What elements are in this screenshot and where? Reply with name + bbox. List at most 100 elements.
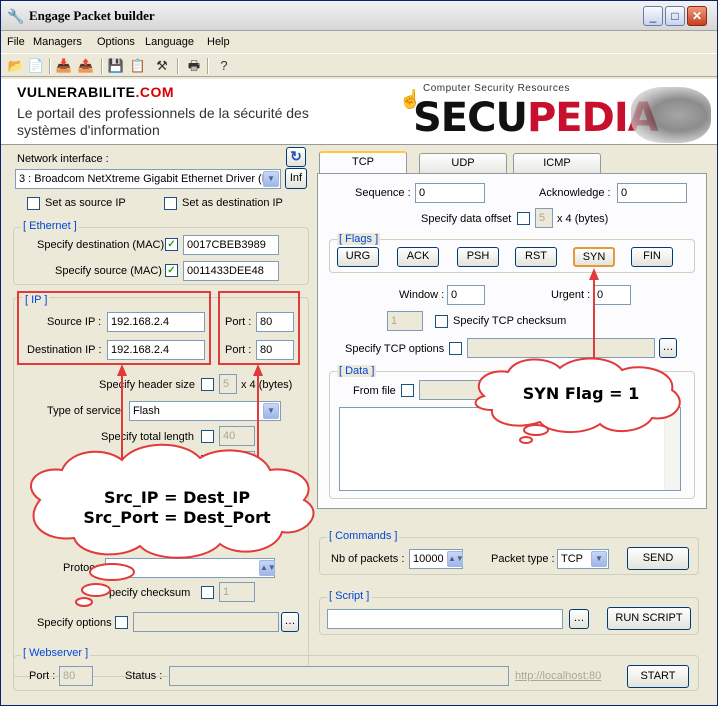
- copy-icon[interactable]: 📄: [27, 57, 45, 75]
- header-size-checkbox[interactable]: [201, 378, 214, 391]
- minimize-button[interactable]: _: [643, 6, 663, 26]
- nb-packets-label: Nb of packets :: [331, 553, 405, 565]
- print-icon[interactable]: 🖶: [185, 57, 203, 75]
- app-window: 🔧 Engage Packet builder _ □ ✕ File Manag…: [0, 0, 718, 706]
- urgent-label: Urgent :: [551, 289, 591, 301]
- vulnerabilite-logo[interactable]: VULNERABILITE.COM: [17, 84, 174, 100]
- port-annotation-box: [218, 291, 300, 365]
- fin-flag-button[interactable]: FIN: [631, 247, 673, 267]
- tab-udp[interactable]: UDP: [419, 153, 507, 173]
- header-size-input[interactable]: 5: [219, 374, 237, 394]
- chevron-down-icon[interactable]: ▼: [591, 551, 607, 567]
- import-icon[interactable]: 📥: [55, 57, 73, 75]
- identification-checkbox[interactable]: [201, 455, 214, 468]
- data-textarea[interactable]: [339, 407, 681, 491]
- script-browse-button[interactable]: …: [569, 609, 589, 629]
- ninja-image: [631, 87, 711, 143]
- ip-annotation-box: [17, 291, 211, 365]
- secupedia-logo[interactable]: SECUPEDIA: [413, 95, 659, 141]
- syn-flag-annotation: SYN Flag = 1: [522, 384, 640, 403]
- ip-options-browse-button[interactable]: …: [281, 612, 299, 632]
- set-dest-ip-checkbox[interactable]: [164, 197, 177, 210]
- app-icon: 🔧: [7, 8, 25, 24]
- network-interface-label: Network interface :: [17, 153, 109, 165]
- tab-tcp[interactable]: TCP: [319, 151, 407, 173]
- window-label: Window :: [399, 289, 445, 301]
- src-mac-checkbox[interactable]: ✓: [165, 264, 178, 277]
- tcp-options-checkbox[interactable]: [449, 342, 462, 355]
- window-input[interactable]: 0: [447, 285, 485, 305]
- dest-mac-input[interactable]: 0017CBEB3989: [183, 235, 279, 255]
- rst-flag-button[interactable]: RST: [515, 247, 557, 267]
- header-size-unit: x 4 (bytes): [241, 379, 293, 391]
- chevron-down-icon[interactable]: ▼: [263, 403, 279, 419]
- tools-icon[interactable]: ⚒: [153, 57, 171, 75]
- start-button[interactable]: START: [627, 665, 689, 688]
- acknowledge-input[interactable]: 0: [617, 183, 687, 203]
- send-button[interactable]: SEND: [627, 547, 689, 570]
- tcp-checksum-checkbox[interactable]: [435, 315, 448, 328]
- data-group-title: [ Data ]: [337, 365, 377, 377]
- close-button[interactable]: ✕: [687, 6, 707, 26]
- tcp-options-browse-button[interactable]: …: [659, 338, 677, 358]
- protocol-input[interactable]: [105, 558, 275, 578]
- tos-select[interactable]: Flash: [129, 401, 281, 421]
- data-offset-unit: x 4 (bytes): [557, 213, 609, 225]
- dest-mac-checkbox[interactable]: ✓: [165, 238, 178, 251]
- tcp-checksum-input[interactable]: 1: [387, 311, 423, 331]
- menu-language[interactable]: Language: [145, 36, 194, 48]
- webserver-port-input[interactable]: 80: [59, 666, 93, 686]
- total-length-input[interactable]: 40: [219, 426, 255, 446]
- sequence-input[interactable]: 0: [415, 183, 485, 203]
- ip-options-checkbox[interactable]: [115, 616, 128, 629]
- save-icon[interactable]: 💾: [107, 57, 125, 75]
- webserver-status-label: Status :: [125, 670, 163, 682]
- from-file-checkbox[interactable]: [401, 384, 414, 397]
- help-icon[interactable]: ?: [215, 57, 233, 75]
- ack-flag-button[interactable]: ACK: [397, 247, 439, 267]
- ip-checksum-checkbox[interactable]: [201, 586, 214, 599]
- title-bar: 🔧 Engage Packet builder _ □ ✕: [1, 1, 717, 31]
- export-icon[interactable]: 📤: [77, 57, 95, 75]
- ip-options-input[interactable]: [133, 612, 279, 632]
- refresh-icon[interactable]: ↻: [286, 147, 306, 167]
- banner-slogan: Le portail des professionnels de la sécu…: [17, 105, 309, 138]
- header-size-label: Specify header size: [99, 379, 195, 391]
- tos-label: Type of service: [47, 405, 121, 417]
- maximize-button[interactable]: □: [665, 6, 685, 26]
- src-mac-input[interactable]: 0011433DEE48: [183, 261, 279, 281]
- data-offset-label: Specify data offset: [421, 213, 512, 225]
- script-group-title: [ Script ]: [327, 590, 372, 602]
- data-offset-input[interactable]: 5: [535, 208, 553, 228]
- syn-flag-button[interactable]: SYN: [573, 247, 615, 267]
- webserver-link[interactable]: http://localhost:80: [515, 670, 601, 682]
- open-icon[interactable]: 📂: [7, 57, 25, 75]
- ip-checksum-input[interactable]: 1: [219, 582, 255, 602]
- sequence-label: Sequence :: [355, 187, 411, 199]
- set-source-ip-checkbox[interactable]: [27, 197, 40, 210]
- menu-file[interactable]: File: [7, 36, 25, 48]
- protocol-stepper[interactable]: ▲▼: [259, 560, 276, 576]
- psh-flag-button[interactable]: PSH: [457, 247, 499, 267]
- total-length-checkbox[interactable]: [201, 430, 214, 443]
- run-script-button[interactable]: RUN SCRIPT: [607, 607, 691, 630]
- tos-value: Flash: [133, 405, 160, 417]
- load-icon[interactable]: 📋: [129, 57, 147, 75]
- interface-info-button[interactable]: Inf: [285, 168, 307, 189]
- data-offset-checkbox[interactable]: [517, 212, 530, 225]
- menu-options[interactable]: Options: [97, 36, 135, 48]
- data-scrollbar[interactable]: [664, 408, 680, 490]
- tcp-options-input[interactable]: [467, 338, 655, 358]
- chevron-down-icon[interactable]: ▼: [263, 171, 279, 187]
- script-path-input[interactable]: [327, 609, 563, 629]
- identification-input[interactable]: 0: [219, 451, 255, 471]
- menu-help[interactable]: Help: [207, 36, 230, 48]
- urgent-input[interactable]: 0: [593, 285, 631, 305]
- set-dest-ip-label: Set as destination IP: [182, 197, 283, 209]
- tab-icmp[interactable]: ICMP: [513, 153, 601, 173]
- menu-managers[interactable]: Managers: [33, 36, 82, 48]
- network-interface-select[interactable]: 3 : Broadcom NetXtreme Gigabit Ethernet …: [15, 169, 281, 189]
- packet-type-label: Packet type :: [491, 553, 555, 565]
- nb-packets-stepper[interactable]: ▲▼: [447, 551, 464, 567]
- urg-flag-button[interactable]: URG: [337, 247, 379, 267]
